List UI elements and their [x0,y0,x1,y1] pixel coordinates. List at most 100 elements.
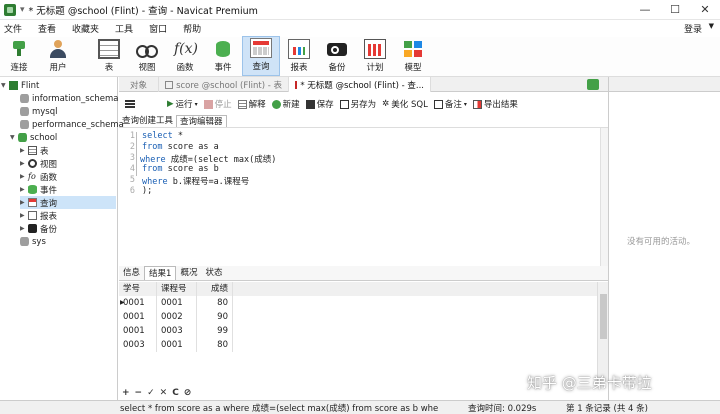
table-cell[interactable]: 0001 [157,296,197,310]
table-cell[interactable]: 90 [197,310,233,324]
tree-connection-flint[interactable]: ▼ Flint [1,79,39,92]
table-row[interactable]: 0001 0002 90 [119,310,599,324]
column-header-score[interactable]: 成绩 [197,282,233,296]
tree-db-school[interactable]: ▼ school [10,131,57,144]
editor-scrollbar[interactable] [600,128,608,266]
toolbar-backup-button[interactable]: 备份 [318,36,356,76]
menu-help[interactable]: 帮助 [183,22,201,35]
table-cell[interactable]: 0001 [119,310,157,324]
save-as-button[interactable]: 另存为 [339,98,376,110]
chevron-right-icon[interactable]: ▶ [20,147,28,154]
chevron-right-icon[interactable]: ▶ [20,186,28,193]
beautify-sql-button[interactable]: ✲ 美化 SQL [382,98,428,110]
tree-item-functions[interactable]: ▶ fo 函数 [20,170,57,183]
chevron-right-icon[interactable]: ▶ [20,199,28,206]
export-results-button[interactable]: 导出结果 [472,98,518,110]
explain-button[interactable]: 解释 [237,98,266,110]
discard-changes-button[interactable]: ✕ [160,388,168,398]
chevron-right-icon[interactable]: ▶ [20,160,28,167]
tab-query-builder[interactable]: 查询创建工具 [119,115,176,127]
toolbar-view-button[interactable]: 视图 [128,36,166,76]
table-cell[interactable]: 0003 [157,324,197,338]
comment-button[interactable]: 备注 ▾ [433,98,467,110]
table-cell[interactable]: 0003 [119,338,157,352]
chevron-right-icon[interactable]: ▶ [20,173,28,180]
tab-untitled-query[interactable]: * 无标题 @school (Flint) - 查... [289,77,431,92]
tab-query-editor[interactable]: 查询编辑器 [176,115,227,127]
scrollbar-thumb[interactable] [600,294,607,339]
toolbar-schedule-button[interactable]: 计划 [356,36,394,76]
toolbar-label: 模型 [404,63,422,73]
run-button[interactable]: ▶ 运行 ▾ [167,98,198,110]
quick-access[interactable]: ▾ [20,5,25,15]
tree-db-mysql[interactable]: mysql [20,105,58,118]
toolbar-query-button[interactable]: 查询 [242,36,280,76]
toolbar-connect-button[interactable]: 连接 [0,36,38,76]
menu-icon[interactable] [125,100,135,108]
table-cell[interactable]: 80 [197,296,233,310]
chevron-down-icon[interactable]: ▼ [1,82,9,89]
refresh-button[interactable]: C [172,388,179,398]
menu-window[interactable]: 窗口 [149,22,167,35]
toolbar-user-button[interactable]: 用户 [38,36,78,76]
table-cell[interactable]: 0001 [119,324,157,338]
toolbar-event-button[interactable]: 事件 [204,36,242,76]
menu-view[interactable]: 查看 [38,22,56,35]
stop-button[interactable]: 停止 [203,98,232,110]
chevron-down-icon[interactable]: ▾ [20,5,25,15]
maximize-button[interactable]: ☐ [660,0,690,20]
minimize-button[interactable]: — [630,0,660,20]
toolbar-table-button[interactable]: 表 [90,36,128,76]
column-header-course-id[interactable]: 课程号 [157,282,197,296]
tree-item-backups[interactable]: ▶ 备份 [20,222,57,235]
tab-score-table[interactable]: score @school (Flint) - 表 [159,77,289,92]
tree-item-tables[interactable]: ▶ 表 [20,144,49,157]
sql-text: b.课程号=a.课程号 [167,177,250,187]
row-pointer-icon: ▶ [120,299,125,306]
refresh-icon[interactable] [587,79,599,90]
apply-changes-button[interactable]: ✓ [147,388,155,398]
tree-item-reports[interactable]: ▶ 报表 [20,209,57,222]
chevron-down-icon[interactable]: ▼ [10,134,18,141]
toolbar-report-button[interactable]: 报表 [280,36,318,76]
column-header-student-id[interactable]: 学号 [119,282,157,296]
table-row[interactable]: 0003 0001 80 [119,338,599,352]
tab-status[interactable]: 状态 [201,266,226,280]
tab-result1[interactable]: 结果1 [144,266,177,280]
close-button[interactable]: ✕ [690,0,720,20]
sql-editor[interactable]: 1 select * 2 from score as a 3 where 成绩=… [119,128,608,266]
table-cell[interactable]: 0001 [157,338,197,352]
tree-item-views[interactable]: ▶ 视图 [20,157,57,170]
tab-profile[interactable]: 概况 [176,266,201,280]
chevron-down-icon[interactable]: ▼ [709,22,714,30]
stop-loading-button[interactable]: ⊘ [184,388,192,398]
save-button[interactable]: 保存 [305,98,334,110]
toolbar-label: 函数 [176,63,194,73]
toolbar-model-button[interactable]: 模型 [394,36,432,76]
grid-scrollbar[interactable] [597,282,608,382]
table-row[interactable]: 0001 0003 99 [119,324,599,338]
tree-db-sys[interactable]: sys [20,235,46,248]
chevron-right-icon[interactable]: ▶ [20,225,28,232]
tree-item-events[interactable]: ▶ 事件 [20,183,57,196]
new-button[interactable]: 新建 [271,98,300,110]
delete-record-button[interactable]: − [135,388,143,398]
tree-db-information-schema[interactable]: information_schema [20,92,119,105]
tree-db-performance-schema[interactable]: performance_schema [20,118,124,131]
table-cell[interactable]: 80 [197,338,233,352]
tab-info[interactable]: 信息 [119,266,144,280]
tab-objects[interactable]: 对象 [119,77,159,92]
toolbar-function-button[interactable]: f(x) 函数 [166,36,204,76]
table-cell[interactable]: 99 [197,324,233,338]
no-activity-message: 没有可用的活动。 [627,237,696,247]
login-button[interactable]: 登录 [684,22,702,35]
table-row[interactable]: ▶ 0001 0001 80 [119,296,599,310]
menu-tools[interactable]: 工具 [115,22,133,35]
menu-favorites[interactable]: 收藏夹 [72,22,99,35]
tree-label: 事件 [40,185,58,196]
add-record-button[interactable]: + [122,388,130,398]
tree-item-queries[interactable]: ▶ 查询 [20,196,116,209]
chevron-right-icon[interactable]: ▶ [20,212,28,219]
menu-file[interactable]: 文件 [4,22,22,35]
table-cell[interactable]: 0002 [157,310,197,324]
